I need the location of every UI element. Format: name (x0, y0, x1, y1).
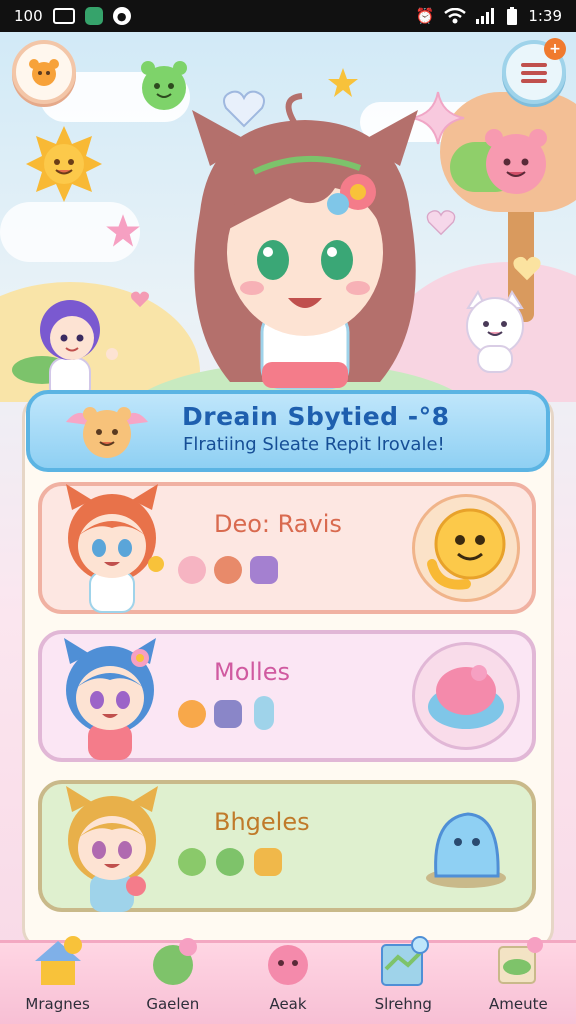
nav-label: Gaelen (146, 995, 200, 1013)
bear-icon (214, 556, 242, 584)
nav-label: Ameute (489, 995, 548, 1013)
menu-icon (521, 63, 547, 83)
blonde-character (66, 786, 158, 912)
sun-badge[interactable] (412, 494, 520, 602)
honey-icon (254, 848, 282, 876)
slime-icon (426, 812, 506, 888)
pink-pet-icon (268, 945, 308, 985)
map-icon (381, 936, 430, 986)
bunny-icon (178, 556, 206, 584)
white-cat-icon (466, 290, 524, 373)
star-icon (106, 214, 140, 247)
sprout-icon (216, 848, 244, 876)
cupcake-icon (428, 665, 504, 729)
card-label: Molles (214, 658, 290, 686)
card-label: Deo: Ravis (214, 510, 342, 538)
dialog-title: Dreain Sbytied -°8 (182, 402, 450, 431)
heart-icon (131, 291, 149, 308)
notification-badge: + (544, 38, 566, 60)
blue-hair-character (64, 638, 156, 760)
character-card-1[interactable]: Deo: Ravis (38, 482, 536, 614)
nav-label: Aeak (269, 995, 307, 1013)
red-hair-character (66, 484, 164, 613)
battery-level: 100 (14, 7, 43, 25)
smiley-icon (427, 508, 506, 590)
wifi-icon (444, 8, 467, 24)
nav-item-aeak[interactable]: Aeak (230, 943, 345, 1024)
character-scene: + (0, 32, 576, 402)
purple-hair-character (12, 300, 118, 402)
slime-badge[interactable] (412, 792, 520, 900)
pet-button[interactable] (12, 40, 76, 104)
dialog-subtitle: Flratiing Sleate Repit lrovale! (183, 434, 445, 455)
battery-icon (507, 7, 518, 25)
sim-icon (52, 8, 75, 24)
flower-icon (178, 700, 206, 728)
fish-icon (498, 937, 544, 984)
house-icon (34, 936, 82, 985)
heart-icon (513, 256, 541, 281)
signal-icon (476, 8, 495, 24)
card-label: Bhgeles (214, 808, 310, 836)
frog-icon (178, 848, 206, 876)
notification-icon (84, 7, 103, 25)
nav-item-slrehng[interactable]: Slrehng (346, 936, 461, 1024)
rock-icon (214, 700, 242, 728)
info-icon: ● (112, 7, 131, 25)
garden-icon (152, 938, 197, 985)
nav-item-mragnes[interactable]: Mragnes (0, 936, 115, 1024)
status-bar: 100 ● ⏰ 1:39 (0, 0, 576, 32)
clock: 1:39 (528, 7, 562, 25)
nav-item-gaelen[interactable]: Gaelen (115, 938, 230, 1024)
alarm-icon: ⏰ (415, 7, 435, 25)
nav-label: Slrehng (374, 995, 432, 1013)
sun-critter-icon (26, 126, 102, 202)
menu-button[interactable]: + (502, 38, 566, 104)
bottom-nav: Mragnes Gaelen Aeak Slrehng Ameute (0, 936, 576, 1024)
heroine-character (192, 93, 418, 390)
nav-item-ameute[interactable]: Ameute (461, 937, 576, 1024)
pink-critter-icon (485, 129, 547, 194)
bottle-icon (254, 696, 274, 730)
winged-pet-icon (66, 407, 148, 458)
cake-badge[interactable] (412, 642, 520, 750)
character-card-3[interactable]: Bhgeles (38, 780, 536, 912)
nav-label: Mragnes (25, 995, 90, 1013)
critter-icon (29, 59, 59, 86)
gem-icon (250, 556, 278, 584)
character-card-2[interactable]: Molles (38, 630, 536, 762)
